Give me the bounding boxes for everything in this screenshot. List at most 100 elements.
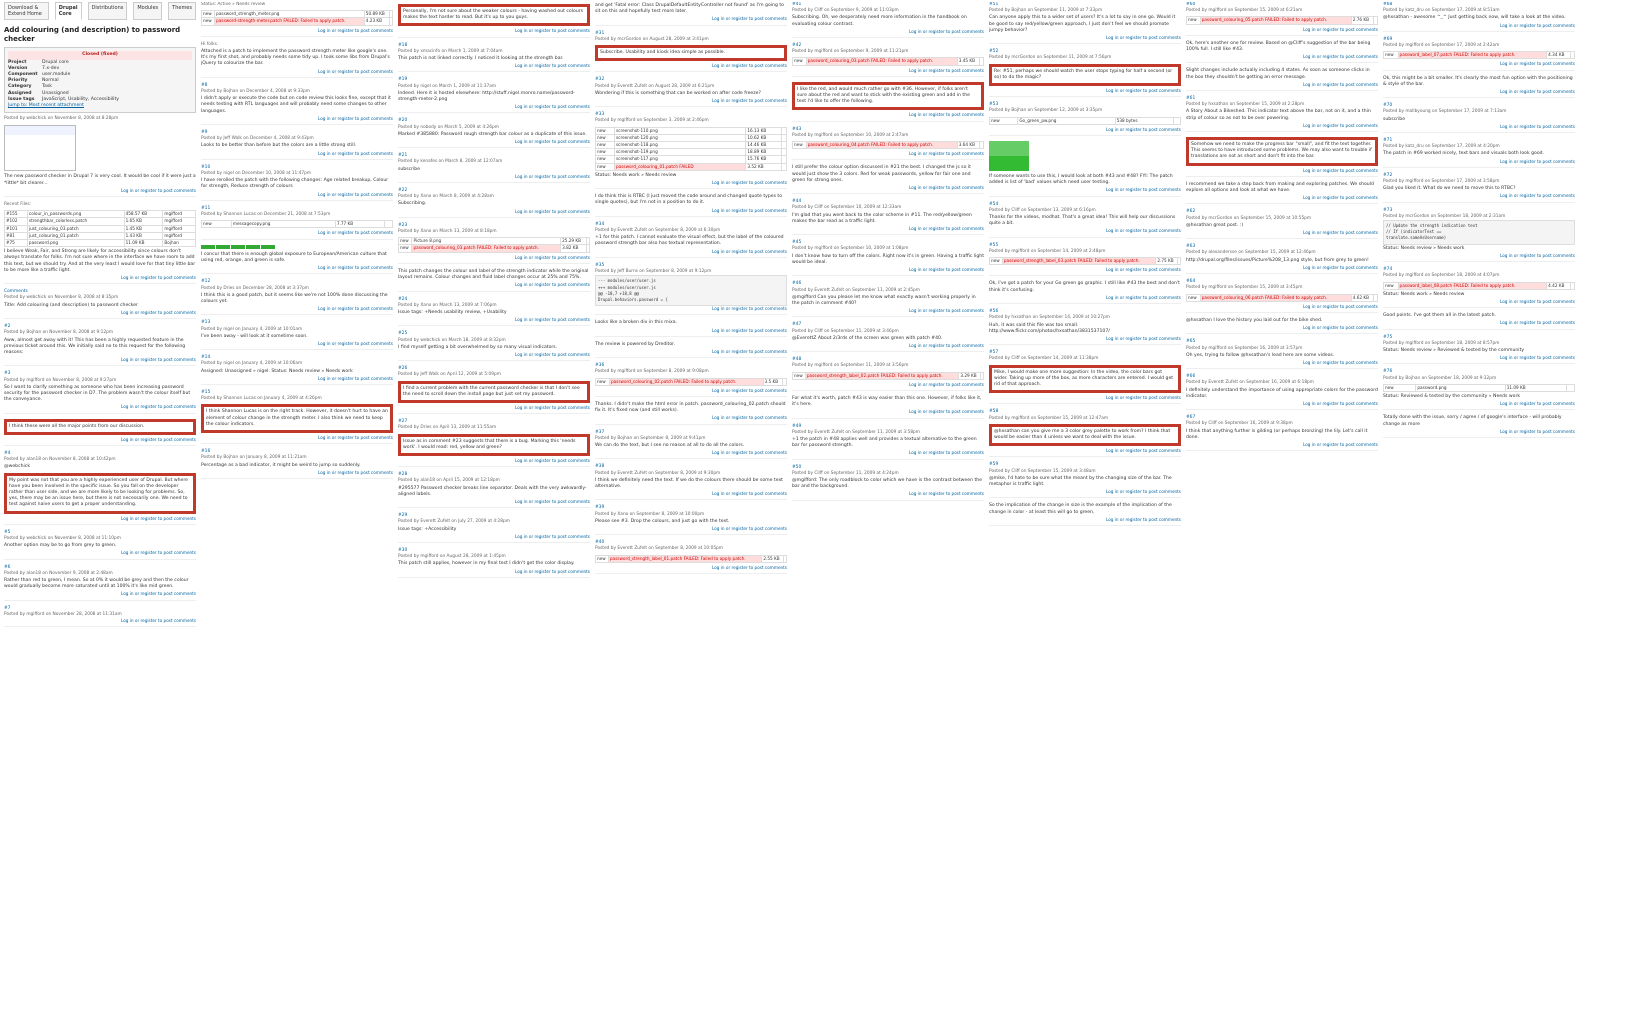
login-link[interactable]: Log in or register to post comments [1186, 360, 1378, 370]
nav-tab[interactable]: Drupal Core [54, 2, 82, 21]
attachment-cell[interactable]: password_strength_label_01.patch FAILED:… [607, 554, 763, 563]
login-link[interactable]: Log in or register to post comments [1186, 265, 1378, 275]
screenshot-thumbnail[interactable] [4, 125, 76, 172]
login-link[interactable]: Log in or register to post comments [4, 591, 196, 601]
login-link[interactable]: Log in or register to post comments [398, 569, 590, 578]
login-link[interactable]: Log in or register to post comments [1186, 304, 1378, 313]
login-link[interactable]: Log in or register to post comments [4, 357, 196, 367]
login-link[interactable]: Log in or register to post comments [1186, 54, 1378, 64]
login-link[interactable]: Log in or register to post comments [595, 565, 787, 574]
login-link[interactable]: Log in or register to post comments [201, 69, 393, 78]
login-link[interactable]: Log in or register to post comments [1186, 442, 1378, 452]
attachment-cell[interactable]: password_strength_label_02.patch FAILED:… [804, 371, 960, 380]
nav-tab[interactable]: Distributions [87, 2, 128, 21]
attachment-cell[interactable]: screenshot-119.png [613, 148, 747, 157]
nav-tab[interactable]: Download & Extend Home [4, 2, 49, 21]
attachment-cell[interactable]: password_colouring_04.patch FAILED: Fail… [805, 141, 958, 150]
login-link[interactable]: Log in or register to post comments [595, 328, 787, 337]
login-link[interactable]: Log in or register to post comments [1383, 401, 1575, 411]
login-link[interactable]: Log in or register to post comments [201, 151, 393, 160]
login-link[interactable]: Log in or register to post comments [792, 151, 984, 161]
login-link[interactable]: Log in or register to post comments [989, 127, 1181, 137]
login-link[interactable]: Log in or register to post comments [1383, 89, 1575, 99]
login-link[interactable]: Log in or register to post comments [4, 516, 196, 525]
login-link[interactable]: Log in or register to post comments [398, 458, 590, 468]
login-link[interactable]: Log in or register to post comments [398, 282, 590, 292]
login-link[interactable]: Log in or register to post comments [595, 491, 787, 501]
login-link[interactable]: Log in or register to post comments [4, 404, 196, 414]
login-link[interactable]: Log in or register to post comments [1383, 429, 1575, 438]
login-link[interactable]: Log in or register to post comments [989, 395, 1181, 405]
login-link[interactable]: Log in or register to post comments [989, 489, 1181, 499]
attachment-cell[interactable]: password_colouring_02.patch FAILED: Fail… [608, 377, 764, 386]
nav-tab[interactable]: Themes [168, 2, 196, 21]
attachment-cell[interactable]: Go_green_pw.png [1017, 116, 1116, 125]
login-link[interactable]: Log in or register to post comments [4, 550, 196, 560]
login-link[interactable]: Log in or register to post comments [1186, 82, 1378, 92]
attachment-cell[interactable]: just_colouring_01.patch [26, 231, 125, 241]
login-link[interactable]: Log in or register to post comments [201, 306, 393, 316]
login-link[interactable]: Log in or register to post comments [1186, 168, 1378, 177]
login-link[interactable]: Log in or register to post comments [792, 450, 984, 460]
attachment-cell[interactable]: password_strength_label_03.patch FAILED:… [1001, 257, 1157, 266]
login-link[interactable]: Log in or register to post comments [398, 174, 590, 184]
attachment-cell[interactable]: password_strength_meter.png [214, 10, 365, 19]
login-link[interactable]: Log in or register to post comments [1383, 61, 1575, 71]
attachment-cell[interactable]: colour_in_passwords.png [26, 210, 125, 219]
attachment-cell[interactable]: password.png [1415, 383, 1506, 392]
login-link[interactable]: Log in or register to post comments [398, 139, 590, 149]
attachment-cell[interactable]: Picture 8.png [411, 237, 562, 246]
attachment-cell[interactable]: password_colouring_05.patch FAILED: Fail… [1199, 16, 1352, 25]
nav-tab[interactable]: Modules [133, 2, 163, 21]
login-link[interactable]: Log in or register to post comments [398, 499, 590, 509]
attachment-cell[interactable]: password.png [26, 239, 125, 248]
login-link[interactable]: Log in or register to post comments [792, 409, 984, 419]
login-link[interactable]: Log in or register to post comments [595, 450, 787, 460]
attachment-cell[interactable]: screenshot-117.png [613, 155, 747, 164]
login-link[interactable]: Log in or register to post comments [4, 618, 196, 628]
login-link[interactable]: Log in or register to post comments [595, 16, 787, 26]
login-link[interactable]: Log in or register to post comments [792, 267, 984, 277]
login-link[interactable]: Log in or register to post comments [1383, 124, 1575, 134]
login-link[interactable]: Log in or register to post comments [201, 265, 393, 275]
login-link[interactable]: Log in or register to post comments [398, 317, 590, 327]
login-link[interactable]: Log in or register to post comments [792, 226, 984, 236]
login-link[interactable]: Log in or register to post comments [989, 336, 1181, 346]
login-link[interactable]: Log in or register to post comments [1383, 193, 1575, 203]
login-link[interactable]: Log in or register to post comments [1383, 355, 1575, 365]
login-link[interactable]: Log in or register to post comments [989, 295, 1181, 305]
attachment-cell[interactable]: password-strength-meter.patch FAILED: Fa… [214, 17, 365, 26]
login-link[interactable]: Log in or register to post comments [398, 104, 590, 114]
login-link[interactable]: Log in or register to post comments [792, 491, 984, 501]
login-link[interactable]: Log in or register to post comments [1383, 253, 1575, 263]
login-link[interactable]: Log in or register to post comments [4, 310, 196, 320]
login-link[interactable]: Log in or register to post comments [4, 188, 196, 198]
login-link[interactable]: Log in or register to post comments [1186, 27, 1378, 36]
login-link[interactable]: Log in or register to post comments [398, 63, 590, 73]
login-link[interactable]: Log in or register to post comments [398, 352, 590, 362]
login-link[interactable]: Log in or register to post comments [792, 308, 984, 318]
login-link[interactable]: Log in or register to post comments [595, 349, 787, 359]
login-link[interactable]: Log in or register to post comments [792, 185, 984, 195]
login-link[interactable]: Log in or register to post comments [792, 112, 984, 122]
attachment-cell[interactable]: password_label_08.patch FAILED: Failed t… [1397, 281, 1548, 290]
login-link[interactable]: Log in or register to post comments [595, 415, 787, 425]
login-link[interactable]: Log in or register to post comments [398, 28, 590, 38]
attachment-cell[interactable]: screenshot-118.png [613, 141, 747, 150]
login-link[interactable]: Log in or register to post comments [595, 98, 787, 108]
login-link[interactable]: Log in or register to post comments [1186, 401, 1378, 411]
attachment-cell[interactable]: password_colouring_03.patch FAILED: Fail… [805, 57, 958, 66]
login-link[interactable]: Log in or register to post comments [989, 187, 1181, 197]
login-link[interactable]: Log in or register to post comments [398, 209, 590, 218]
login-link[interactable]: Log in or register to post comments [201, 230, 393, 240]
login-link[interactable]: Log in or register to post comments [595, 249, 787, 258]
login-link[interactable]: Log in or register to post comments [1186, 230, 1378, 240]
login-link[interactable]: Log in or register to post comments [4, 275, 196, 285]
login-link[interactable]: Log in or register to post comments [792, 29, 984, 39]
login-link[interactable]: Log in or register to post comments [398, 405, 590, 415]
login-link[interactable]: Log in or register to post comments [595, 208, 787, 217]
login-link[interactable]: Log in or register to post comments [201, 116, 393, 126]
login-link[interactable]: Log in or register to post comments [595, 388, 787, 397]
attachment-cell[interactable]: password_colouring_06.patch FAILED: Fail… [1199, 293, 1352, 302]
login-link[interactable]: Log in or register to post comments [1186, 325, 1378, 335]
